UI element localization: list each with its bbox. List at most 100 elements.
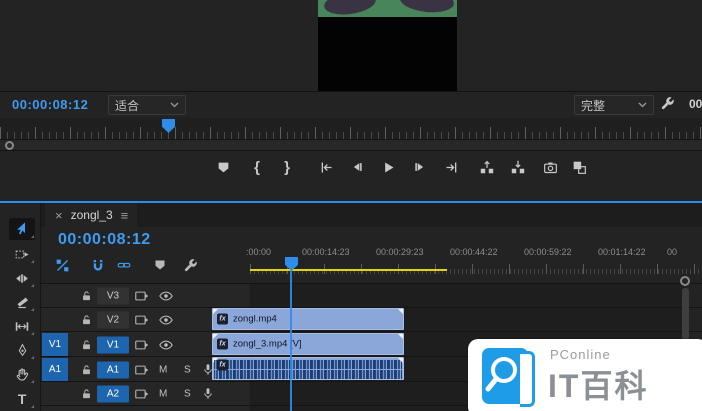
track-content-v3[interactable] [250,284,684,308]
sync-lock-icon[interactable] [135,315,149,326]
extract-button[interactable] [507,156,529,178]
zoom-level-select[interactable]: 适合 [108,95,186,115]
ruler-tick: :00:00 [246,247,271,257]
timeline-add-marker-icon[interactable] [150,255,170,275]
program-playhead[interactable] [162,119,175,133]
selection-arrow-icon [15,221,30,237]
play-button[interactable] [377,156,399,178]
lock-icon[interactable] [81,388,92,400]
solo-track-button[interactable]: S [184,364,191,375]
lock-icon[interactable] [81,364,92,376]
ruler-tick: 00 [667,247,677,257]
audio-waveform [214,370,402,379]
track-select-v1[interactable]: V1 [97,336,129,353]
source-patch-v1[interactable]: V1 [42,333,68,356]
clip-zongl_3-audio[interactable]: fx [212,357,404,380]
track-select-a2[interactable]: A2 [97,386,129,403]
fx-badge[interactable]: fx [217,339,228,350]
toggle-track-output-eye-icon[interactable] [159,291,173,301]
mute-track-button[interactable]: M [159,364,167,375]
ruler-tick: 00:00:14:23 [302,247,350,257]
slip-tool-button[interactable] [9,315,35,337]
track-row-v3: V3 [41,283,702,308]
timeline-scroll-knob[interactable] [680,276,690,286]
mark-in-glyph: { [254,159,260,176]
fx-badge[interactable]: fx [217,360,228,371]
selection-tool-button[interactable] [9,218,35,240]
track-header-partial [41,406,249,411]
lift-button[interactable] [476,156,498,178]
page-curl-shape [520,351,535,407]
sync-lock-icon[interactable] [135,291,149,302]
lock-icon[interactable] [81,314,92,326]
tab-zongl_3[interactable]: × zongl_3 ≡ [45,203,137,227]
premiere-app-window: 00:00:08:12 适合 完整 00 [0,0,702,411]
pconline-watermark: PConline IT百科 [468,339,702,411]
hand-tool-button[interactable] [9,363,35,385]
pen-tool-button[interactable] [9,339,35,361]
track-select-v3[interactable]: V3 [97,288,129,305]
sync-lock-icon[interactable] [135,339,149,350]
track-select-v2[interactable]: V2 [97,312,129,329]
scrollbar-knob[interactable] [5,141,14,150]
playback-resolution-select[interactable]: 完整 [574,95,654,115]
program-monitor-controls: 00:00:08:12 适合 完整 00 [0,92,702,118]
add-marker-button[interactable] [212,156,234,178]
pen-icon [16,342,29,358]
nest-sequence-toggle-icon[interactable] [52,255,72,275]
step-back-button[interactable] [346,156,368,178]
timeline-playhead-line[interactable] [290,264,292,411]
type-tool-button[interactable]: T [9,388,35,410]
watermark-brand: PConline [550,347,611,362]
monitor-settings-wrench-icon[interactable] [660,96,675,111]
track-select-icon [14,247,30,262]
razor-tool-button[interactable] [9,291,35,313]
mark-out-button[interactable]: } [276,156,298,178]
track-select-a1[interactable]: A1 [97,361,129,378]
sync-lock-icon[interactable] [135,389,149,400]
panel-menu-icon[interactable]: ≡ [121,208,128,223]
tools-palette: T [0,203,41,411]
duration-timecode-fragment: 00 [689,97,702,111]
clip-zongl_3-mp4-video[interactable]: fx zongl_3.mp4 [V] [212,333,404,355]
close-tab-icon[interactable]: × [55,208,63,223]
mark-in-button[interactable]: { [246,156,268,178]
timeline-toolbar [52,255,212,277]
step-forward-button[interactable] [409,156,431,178]
mute-track-button[interactable]: M [159,389,167,400]
comparison-view-button[interactable] [568,156,590,178]
go-to-out-button[interactable] [440,156,462,178]
snap-magnet-icon[interactable] [88,255,108,275]
timeline-settings-wrench-icon[interactable] [180,255,200,275]
clip-zongl-mp4[interactable]: fx zongl.mp4 [212,308,404,330]
ripple-edit-tool-button[interactable] [9,267,35,289]
track-select-forward-tool-button[interactable] [9,243,35,265]
ruler-tick: 00:00:44:22 [450,247,498,257]
fx-badge[interactable]: fx [217,314,228,325]
go-to-in-button[interactable] [315,156,337,178]
sync-lock-icon[interactable] [135,364,149,375]
program-monitor-ruler[interactable] [0,118,702,139]
magnifier-book-icon [482,348,528,404]
transport-controls: { } [0,150,702,202]
export-frame-camera-button[interactable] [539,156,561,178]
timeline-timecode[interactable]: 00:00:08:12 [58,231,151,249]
video-object-right [399,0,455,15]
lock-icon[interactable] [81,339,92,351]
type-tool-glyph: T [18,391,27,407]
toggle-track-output-eye-icon[interactable] [159,315,173,325]
hand-icon [15,366,30,382]
solo-track-button[interactable]: S [184,389,191,400]
program-timecode[interactable]: 00:00:08:12 [12,97,88,112]
render-bar [250,269,447,271]
zoom-level-value: 适合 [115,97,139,114]
lock-icon[interactable] [81,290,92,302]
timeline-tab-bar: × zongl_3 ≡ [41,203,702,227]
linked-selection-icon[interactable] [114,255,134,275]
voiceover-mic-icon[interactable] [203,387,213,401]
slip-icon [14,319,30,334]
timeline-ruler[interactable]: :00:00 00:00:14:23 00:00:29:23 00:00:44:… [209,244,702,280]
track-header-v3: V3 [41,284,249,308]
source-patch-a1[interactable]: A1 [42,358,68,381]
toggle-track-output-eye-icon[interactable] [159,340,173,350]
